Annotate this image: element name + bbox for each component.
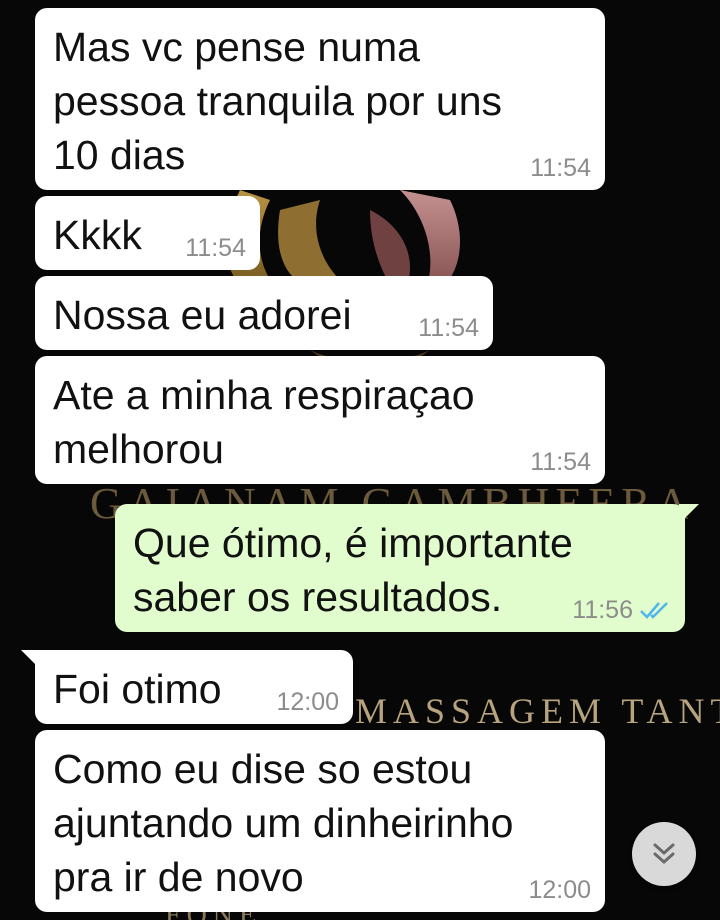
scroll-to-bottom-button[interactable]: [632, 822, 696, 886]
message-timestamp: 11:54: [530, 154, 591, 182]
message-bubble-incoming[interactable]: Nossa eu adorei 11:54: [35, 276, 493, 350]
bubble-tail: [679, 504, 699, 524]
message-timestamp: 12:00: [276, 688, 339, 716]
message-timestamp: 11:54: [530, 448, 591, 476]
message-timestamp: 11:54: [418, 314, 479, 342]
message-bubble-incoming[interactable]: Mas vc pense numa pessoa tranquila por u…: [35, 8, 605, 190]
message-bubble-outgoing[interactable]: Que ótimo, é importante saber os resulta…: [115, 504, 699, 632]
message-bubble-incoming[interactable]: Como eu dise so estou ajuntando um dinhe…: [35, 730, 605, 912]
message-bubble-incoming[interactable]: Ate a minha respiraçao melhorou 11:54: [35, 356, 605, 484]
message-timestamp: 11:54: [185, 234, 246, 262]
double-check-icon: [640, 602, 668, 619]
message-timestamp: 12:00: [528, 876, 591, 904]
message-text: Como eu dise so estou ajuntando um dinhe…: [53, 746, 514, 900]
message-timestamp: 11:56: [572, 596, 633, 624]
message-bubble-incoming[interactable]: Kkkk 11:54: [35, 196, 260, 270]
bubble-tail: [21, 650, 41, 670]
message-bubble-incoming[interactable]: Foi otimo 12:00: [21, 650, 353, 724]
message-text: Nossa eu adorei: [53, 292, 352, 338]
message-text: Ate a minha respiraçao melhorou: [53, 372, 475, 472]
message-text: Mas vc pense numa pessoa tranquila por u…: [53, 24, 503, 178]
wallpaper-text-middle: MASSAGEM TANTRICO: [355, 691, 720, 731]
chevron-double-down-icon: [653, 843, 675, 865]
